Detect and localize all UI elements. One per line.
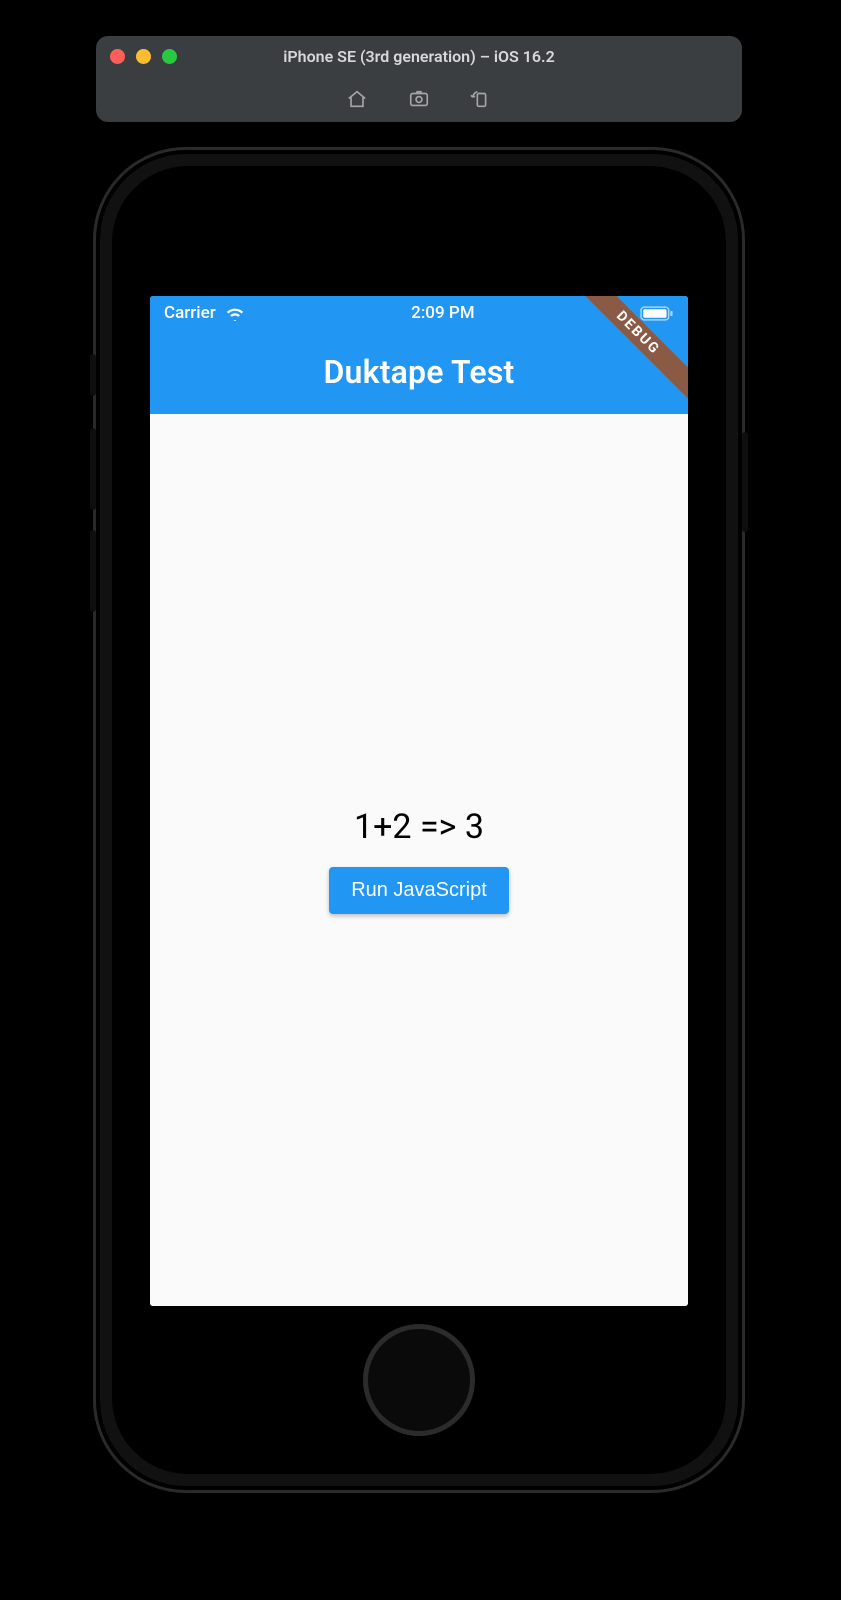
home-button[interactable] (363, 1324, 475, 1436)
zoom-window-button[interactable] (162, 49, 177, 64)
simulator-titlebar: iPhone SE (3rd generation) – iOS 16.2 (96, 36, 742, 76)
app-title: Duktape Test (324, 353, 515, 391)
simulator-title: iPhone SE (3rd generation) – iOS 16.2 (96, 47, 742, 66)
mute-switch[interactable] (90, 354, 96, 396)
screenshot-icon[interactable] (408, 88, 430, 110)
status-bar-time: 2:09 PM (411, 303, 474, 323)
simulator-window-chrome: iPhone SE (3rd generation) – iOS 16.2 (96, 36, 742, 122)
minimize-window-button[interactable] (136, 49, 151, 64)
battery-icon (640, 306, 674, 321)
volume-up-button[interactable] (90, 428, 96, 510)
rotate-icon[interactable] (470, 88, 492, 110)
device-bezel: Carrier 2:09 PM (112, 166, 726, 1474)
result-text: 1+2 => 3 (354, 807, 484, 847)
app-body: 1+2 => 3 Run JavaScript (150, 414, 688, 1306)
iphone-device-frame: Carrier 2:09 PM (96, 150, 742, 1490)
wifi-icon (224, 305, 246, 321)
device-screen: Carrier 2:09 PM (150, 296, 688, 1306)
app-bar: Duktape Test (150, 330, 688, 414)
app-header: Carrier 2:09 PM (150, 296, 688, 414)
status-bar-left: Carrier (164, 303, 246, 323)
status-bar-right (640, 306, 674, 321)
power-button[interactable] (742, 432, 748, 532)
traffic-lights (110, 49, 177, 64)
status-bar: Carrier 2:09 PM (150, 296, 688, 330)
home-icon[interactable] (346, 88, 368, 110)
carrier-label: Carrier (164, 303, 216, 323)
volume-down-button[interactable] (90, 530, 96, 612)
close-window-button[interactable] (110, 49, 125, 64)
simulator-toolbar (96, 76, 742, 122)
run-javascript-button[interactable]: Run JavaScript (329, 867, 509, 914)
